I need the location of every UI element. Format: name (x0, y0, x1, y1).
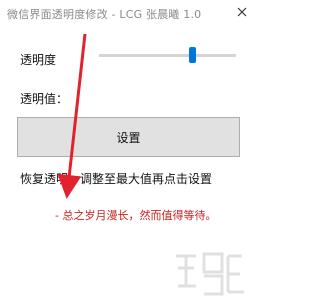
app-window: 微信界面透明度修改 - LCG 张晨曦 1.0 透明度 透明值： 设置 恢复透明… (0, 0, 254, 304)
close-icon (237, 7, 247, 17)
window-title: 微信界面透明度修改 - LCG 张晨曦 1.0 (7, 8, 202, 21)
quote-text: - 总之岁月漫长，然而值得等待。 (55, 209, 217, 222)
set-button[interactable]: 设置 (17, 117, 240, 157)
title-bar: 微信界面透明度修改 - LCG 张晨曦 1.0 (0, 0, 254, 28)
watermark-logo (176, 252, 244, 296)
restore-hint: 恢复透明：调整至最大值再点击设置 (20, 172, 213, 186)
slider-thumb[interactable] (189, 47, 197, 63)
opacity-slider[interactable] (99, 45, 236, 65)
opacity-label: 透明度 (20, 53, 57, 67)
slider-fill (99, 54, 193, 57)
value-label: 透明值： (20, 92, 69, 106)
close-button[interactable] (230, 0, 254, 24)
